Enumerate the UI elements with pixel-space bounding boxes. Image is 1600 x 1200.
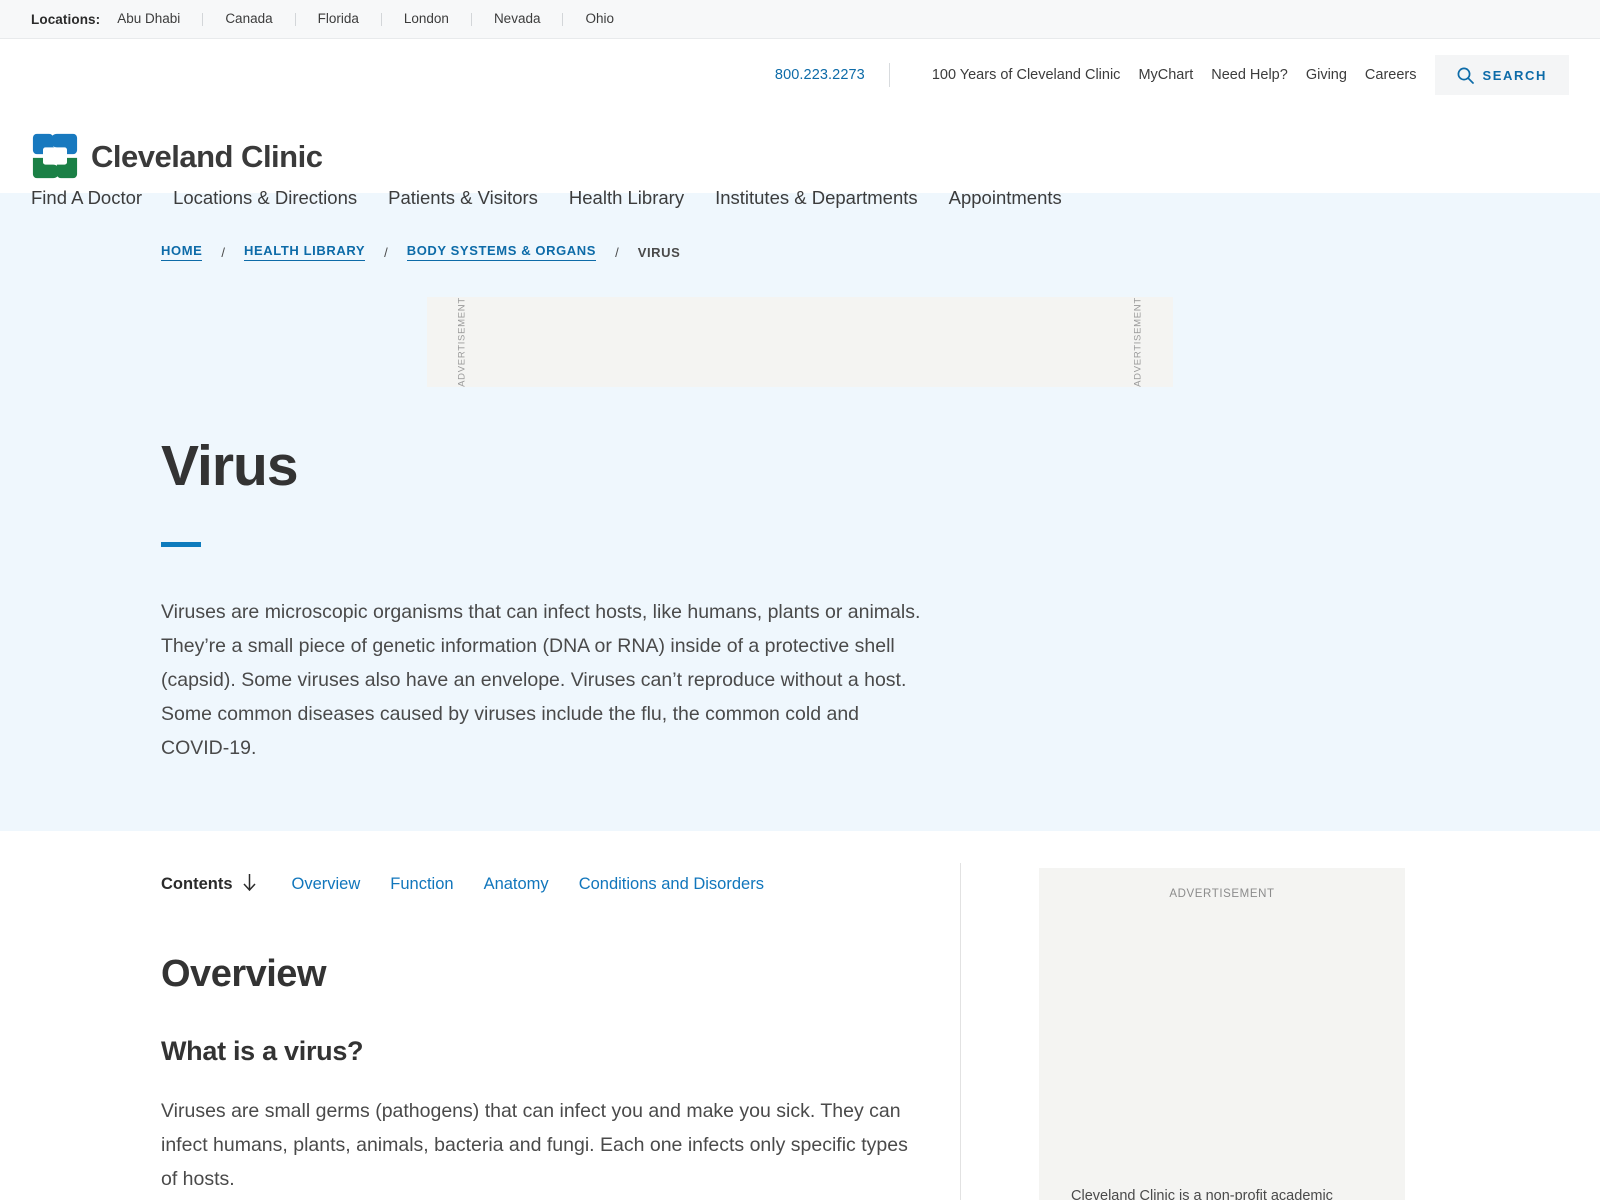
main-navigation: Find A Doctor Locations & Directions Pat… <box>31 187 1062 209</box>
cleveland-clinic-pinwheel-logo-icon <box>31 132 79 180</box>
utility-link-need-help[interactable]: Need Help? <box>1211 67 1288 83</box>
utility-link-careers[interactable]: Careers <box>1365 67 1417 83</box>
sidebar-advertisement-label: ADVERTISEMENT <box>1169 887 1275 900</box>
breadcrumb-current-page: VIRUS <box>637 244 681 260</box>
body-paragraph-1: Viruses are small germs (pathogens) that… <box>161 1099 908 1190</box>
utility-link-giving[interactable]: Giving <box>1306 67 1347 83</box>
toc-link-anatomy[interactable]: Anatomy <box>484 875 549 894</box>
nav-appointments[interactable]: Appointments <box>949 187 1062 209</box>
content-area: Contents Overview Function Anatomy Condi… <box>0 830 1600 1200</box>
utility-link-100-years[interactable]: 100 Years of Cleveland Clinic <box>932 67 1121 83</box>
advertising-disclaimer: Cleveland Clinic is a non-profit academi… <box>1039 1186 1405 1200</box>
title-underline-rule <box>161 541 201 547</box>
utility-link-mychart[interactable]: MyChart <box>1138 67 1193 83</box>
search-button[interactable]: SEARCH <box>1434 55 1569 95</box>
locations-list: Abu Dhabi Canada Florida London Nevada O… <box>117 12 636 26</box>
disclaimer-text: Cleveland Clinic is a non-profit academi… <box>1071 1187 1333 1200</box>
toc-link-function[interactable]: Function <box>390 875 453 894</box>
nav-patients-visitors[interactable]: Patients & Visitors <box>388 187 538 209</box>
location-link-abu-dhabi[interactable]: Abu Dhabi <box>117 12 202 26</box>
search-button-label: SEARCH <box>1482 67 1547 83</box>
nav-institutes-departments[interactable]: Institutes & Departments <box>715 187 918 209</box>
page-title: Virus <box>161 434 299 498</box>
site-logo[interactable]: Cleveland Clinic <box>31 132 323 180</box>
hero-advertisement-container: ADVERTISEMENT ADVERTISEMENT <box>0 297 1600 387</box>
toc-link-conditions-and-disorders[interactable]: Conditions and Disorders <box>579 875 764 894</box>
nav-locations-directions[interactable]: Locations & Directions <box>173 187 357 209</box>
utility-divider <box>888 63 890 87</box>
logo-wordmark: Cleveland Clinic <box>91 138 323 174</box>
contents-label: Contents <box>161 875 233 894</box>
breadcrumb-separator: / <box>615 244 619 260</box>
arrow-down-icon <box>242 873 257 897</box>
location-link-london[interactable]: London <box>382 12 471 26</box>
breadcrumb-link-body-systems-organs[interactable]: BODY SYSTEMS & ORGANS <box>406 243 597 261</box>
page-intro-paragraph: Viruses are microscopic organisms that c… <box>161 600 921 759</box>
location-link-canada[interactable]: Canada <box>203 12 294 26</box>
section-heading-overview: Overview <box>161 952 327 995</box>
location-link-ohio[interactable]: Ohio <box>563 12 636 26</box>
subsection-heading-what-is-a-virus: What is a virus? <box>161 1035 364 1066</box>
site-header: 800.223.2273 100 Years of Cleveland Clin… <box>0 39 1600 208</box>
nav-health-library[interactable]: Health Library <box>569 187 684 209</box>
hero-section: HOME / HEALTH LIBRARY / BODY SYSTEMS & O… <box>0 193 1600 831</box>
location-link-florida[interactable]: Florida <box>296 12 381 26</box>
table-of-contents-nav: Contents Overview Function Anatomy Condi… <box>161 863 918 897</box>
main-content-column: Contents Overview Function Anatomy Condi… <box>161 862 961 1200</box>
phone-link[interactable]: 800.223.2273 <box>775 67 865 83</box>
breadcrumb-link-home[interactable]: HOME <box>161 243 203 261</box>
utility-nav: 800.223.2273 100 Years of Cleveland Clin… <box>0 39 1600 95</box>
breadcrumb: HOME / HEALTH LIBRARY / BODY SYSTEMS & O… <box>0 243 1600 261</box>
location-link-nevada[interactable]: Nevada <box>472 12 563 26</box>
search-icon <box>1457 67 1474 84</box>
hero-advertisement-banner[interactable]: ADVERTISEMENT ADVERTISEMENT <box>427 297 1173 387</box>
locations-label: Locations: <box>31 11 101 27</box>
advertisement-label-left: ADVERTISEMENT <box>456 297 468 387</box>
advertisement-label-right: ADVERTISEMENT <box>1132 297 1144 387</box>
nav-find-a-doctor[interactable]: Find A Doctor <box>31 187 142 209</box>
breadcrumb-link-health-library[interactable]: HEALTH LIBRARY <box>244 243 366 261</box>
sidebar-column: ADVERTISEMENT Cleveland Clinic is a non-… <box>961 863 1405 1200</box>
sidebar-advertisement[interactable]: ADVERTISEMENT Cleveland Clinic is a non-… <box>1039 867 1405 1200</box>
locations-bar: Locations: Abu Dhabi Canada Florida Lond… <box>0 0 1600 39</box>
breadcrumb-separator: / <box>384 244 388 260</box>
breadcrumb-separator: / <box>221 244 226 260</box>
toc-link-overview[interactable]: Overview <box>292 875 361 894</box>
